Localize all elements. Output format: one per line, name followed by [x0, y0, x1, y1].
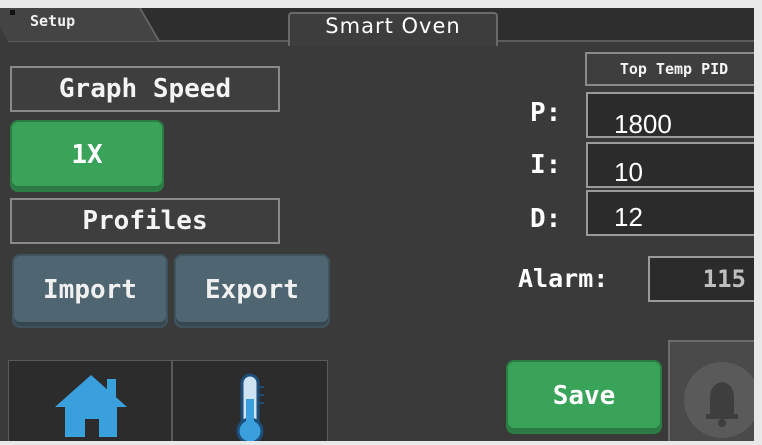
- save-button[interactable]: Save: [506, 360, 662, 434]
- d-field[interactable]: 12: [586, 190, 762, 236]
- bezel-bottom: [0, 441, 762, 445]
- alarm-bell-panel[interactable]: [668, 340, 762, 445]
- import-button[interactable]: Import: [12, 254, 168, 328]
- nav-home[interactable]: [8, 360, 172, 445]
- bezel-right: [754, 0, 762, 445]
- d-label: D:: [530, 204, 562, 234]
- bell-icon: [684, 362, 760, 438]
- graph-speed-label: Graph Speed: [10, 66, 280, 112]
- graph-speed-button[interactable]: 1X: [10, 120, 164, 192]
- corner-marker: [10, 10, 15, 15]
- oven-screen: Setup Smart Oven Graph Speed 1X Profiles…: [0, 0, 762, 445]
- home-icon: [55, 375, 127, 437]
- bezel-top: [0, 0, 762, 8]
- alarm-label: Alarm:: [518, 264, 609, 293]
- export-button[interactable]: Export: [174, 254, 330, 328]
- nav-temperature[interactable]: [172, 360, 328, 445]
- profiles-label: Profiles: [10, 198, 280, 244]
- p-field[interactable]: 1800: [586, 92, 762, 139]
- setup-tab-shape: [0, 8, 160, 41]
- i-label: I:: [530, 150, 562, 180]
- page-title: Smart Oven: [325, 14, 461, 38]
- setup-tab[interactable]: Setup: [30, 12, 75, 30]
- alarm-field[interactable]: 115: [648, 256, 762, 302]
- pid-heading: Top Temp PID: [585, 52, 762, 86]
- p-label: P:: [530, 98, 562, 128]
- thermometer-icon: [236, 373, 264, 445]
- i-field[interactable]: 10: [586, 142, 762, 188]
